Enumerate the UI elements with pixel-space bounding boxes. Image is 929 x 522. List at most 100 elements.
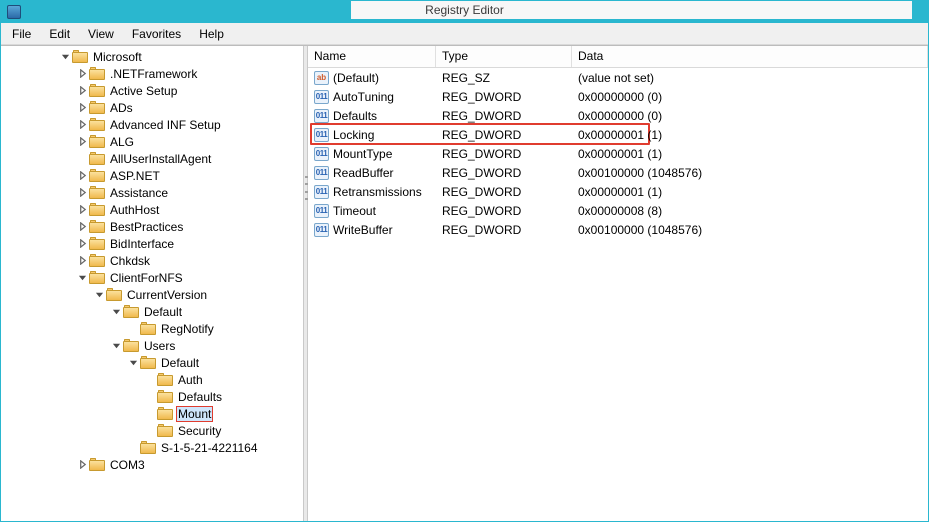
column-data[interactable]: Data (572, 46, 928, 67)
folder-icon (89, 135, 105, 148)
folder-icon (123, 305, 139, 318)
folder-icon (89, 186, 105, 199)
value-type: REG_DWORD (436, 90, 572, 104)
expander-icon[interactable] (127, 357, 139, 369)
expander-icon[interactable] (110, 306, 122, 318)
value-row[interactable]: 011WriteBufferREG_DWORD0x00100000 (10485… (308, 220, 928, 239)
tree-label: Users (142, 339, 177, 353)
value-row[interactable]: 011TimeoutREG_DWORD0x00000008 (8) (308, 201, 928, 220)
expander-icon[interactable] (76, 459, 88, 471)
tree-item-n_netframework[interactable]: .NETFramework (3, 65, 303, 82)
folder-icon (89, 118, 105, 131)
dword-icon: 011 (314, 128, 329, 142)
value-row[interactable]: 011LockingREG_DWORD0x00000001 (1) (308, 125, 928, 144)
expander-icon[interactable] (76, 68, 88, 80)
tree-item-n_advinf[interactable]: Advanced INF Setup (3, 116, 303, 133)
titlebar[interactable]: Registry Editor (1, 1, 928, 23)
value-name: MountType (333, 147, 392, 161)
folder-icon (89, 152, 105, 165)
folder-icon (72, 50, 88, 63)
menu-favorites[interactable]: Favorites (123, 25, 190, 43)
folder-icon (106, 288, 122, 301)
expander-icon[interactable] (59, 51, 71, 63)
tree-item-n_chkdsk[interactable]: Chkdsk (3, 252, 303, 269)
expander-icon[interactable] (110, 340, 122, 352)
value-data: 0x00100000 (1048576) (572, 223, 928, 237)
value-row[interactable]: 011MountTypeREG_DWORD0x00000001 (1) (308, 144, 928, 163)
folder-icon (89, 84, 105, 97)
value-name: WriteBuffer (333, 223, 393, 237)
tree-label: Auth (176, 373, 205, 387)
dword-icon: 011 (314, 204, 329, 218)
tree-item-root[interactable]: Microsoft (3, 48, 303, 65)
expander-icon[interactable] (76, 136, 88, 148)
tree-item-n_users[interactable]: Users (3, 337, 303, 354)
tree-item-n_clientnfs[interactable]: ClientForNFS (3, 269, 303, 286)
value-name: Retransmissions (333, 185, 422, 199)
expander-icon[interactable] (76, 85, 88, 97)
expander-icon[interactable] (76, 221, 88, 233)
value-row[interactable]: 011AutoTuningREG_DWORD0x00000000 (0) (308, 87, 928, 106)
tree-item-n_auth[interactable]: Auth (3, 371, 303, 388)
expander-icon[interactable] (76, 187, 88, 199)
tree-item-n_default2[interactable]: Default (3, 354, 303, 371)
tree-pane[interactable]: Microsoft.NETFrameworkActive SetupADsAdv… (1, 46, 303, 521)
tree-label: CurrentVersion (125, 288, 209, 302)
value-row[interactable]: 011DefaultsREG_DWORD0x00000000 (0) (308, 106, 928, 125)
tree-item-n_assist[interactable]: Assistance (3, 184, 303, 201)
menu-view[interactable]: View (79, 25, 123, 43)
tree-item-n_ads[interactable]: ADs (3, 99, 303, 116)
tree-label: Default (142, 305, 184, 319)
value-name: AutoTuning (333, 90, 394, 104)
tree-item-n_bidi[interactable]: BidInterface (3, 235, 303, 252)
tree-item-n_best[interactable]: BestPractices (3, 218, 303, 235)
expander-icon[interactable] (76, 238, 88, 250)
tree-item-n_aspnet[interactable]: ASP.NET (3, 167, 303, 184)
tree-item-n_curver[interactable]: CurrentVersion (3, 286, 303, 303)
values-list[interactable]: ab(Default)REG_SZ(value not set) 011 AutoT… (308, 68, 928, 521)
tree-item-n_activesetup[interactable]: Active Setup (3, 82, 303, 99)
menu-file[interactable]: File (3, 25, 40, 43)
tree-label: AuthHost (108, 203, 161, 217)
tree-item-n_alg[interactable]: ALG (3, 133, 303, 150)
tree-item-n_default1[interactable]: Default (3, 303, 303, 320)
tree-item-n_security[interactable]: Security (3, 422, 303, 439)
folder-icon (89, 254, 105, 267)
value-row[interactable]: 011RetransmissionsREG_DWORD0x00000001 (1… (308, 182, 928, 201)
value-type: REG_DWORD (436, 109, 572, 123)
column-type[interactable]: Type (436, 46, 572, 67)
tree-item-n_sid[interactable]: S-1-5-21-4221164 (3, 439, 303, 456)
expander-icon[interactable] (76, 204, 88, 216)
tree-item-n_com3[interactable]: COM3 (3, 456, 303, 473)
value-row[interactable]: 011ReadBufferREG_DWORD0x00100000 (104857… (308, 163, 928, 182)
tree-label: Default (159, 356, 201, 370)
expander-icon[interactable] (76, 102, 88, 114)
expander-icon[interactable] (76, 170, 88, 182)
columns-header[interactable]: Name Type Data (308, 46, 928, 68)
tree-item-n_defaults[interactable]: Defaults (3, 388, 303, 405)
value-name: Timeout (333, 204, 376, 218)
tree-label: ClientForNFS (108, 271, 185, 285)
menu-help[interactable]: Help (190, 25, 233, 43)
value-row[interactable]: ab(Default)REG_SZ(value not set) (308, 68, 928, 87)
folder-icon (157, 373, 173, 386)
tree-item-n_regnotify[interactable]: RegNotify (3, 320, 303, 337)
column-name[interactable]: Name (308, 46, 436, 67)
expander-icon[interactable] (76, 255, 88, 267)
value-name: ReadBuffer (333, 166, 394, 180)
folder-icon (89, 101, 105, 114)
value-type: REG_DWORD (436, 204, 572, 218)
expander-icon[interactable] (76, 119, 88, 131)
value-data: 0x00000001 (1) (572, 128, 928, 142)
folder-icon (89, 169, 105, 182)
folder-icon (140, 322, 156, 335)
expander-icon[interactable] (93, 289, 105, 301)
tree-item-n_alluser[interactable]: AllUserInstallAgent (3, 150, 303, 167)
menu-edit[interactable]: Edit (40, 25, 79, 43)
values-pane: Name Type Data ab(Default)REG_SZ(value n… (308, 46, 928, 521)
tree-item-n_mount[interactable]: Mount (3, 405, 303, 422)
client-area: Microsoft.NETFrameworkActive SetupADsAdv… (1, 45, 928, 521)
tree-label: Defaults (176, 390, 224, 404)
tree-item-n_authhost[interactable]: AuthHost (3, 201, 303, 218)
expander-icon[interactable] (76, 272, 88, 284)
